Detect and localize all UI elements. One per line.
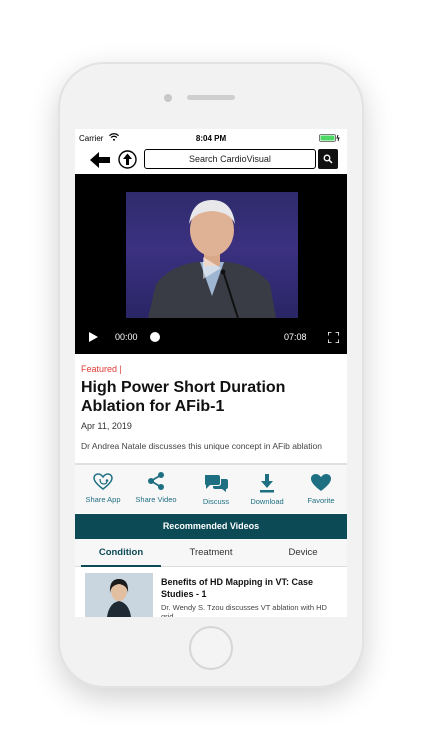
video-summary: Dr Andrea Natale discusses this unique c… (81, 441, 322, 451)
video-controls: 00:00 07:08 (75, 326, 347, 348)
heart-icon (311, 474, 331, 491)
status-time: 8:04 PM (195, 134, 227, 143)
nav-bar: Search CardioVisual (75, 147, 347, 173)
download-icon (260, 474, 274, 493)
battery-icon (319, 134, 340, 142)
download-label: Download (250, 497, 284, 506)
discuss-button[interactable]: Discuss (190, 473, 242, 506)
video-thumbnail[interactable] (85, 573, 153, 617)
discuss-label: Discuss (202, 497, 230, 506)
category-label[interactable]: Featured | (81, 364, 122, 374)
share-video-label: Share Video (135, 495, 177, 504)
favorite-button[interactable]: Favorite (295, 473, 347, 505)
search-icon (323, 154, 333, 164)
thumbnail-image (85, 573, 153, 617)
video-title: High Power Short Duration Ablation for A… (81, 379, 286, 415)
tab-condition[interactable]: Condition (81, 539, 161, 567)
back-arrow-icon[interactable] (90, 151, 110, 169)
tab-device[interactable]: Device (263, 539, 343, 567)
video-duration: 07:08 (284, 332, 307, 342)
recommended-video-title[interactable]: Benefits of HD Mapping in VT: Case Studi… (161, 576, 337, 600)
video-elapsed-time: 00:00 (115, 332, 138, 342)
play-overlay-icon[interactable] (195, 253, 225, 283)
publish-date: Apr 11, 2019 (81, 421, 132, 431)
heart-stethoscope-icon (93, 473, 113, 490)
status-bar: Carrier 8:04 PM (75, 129, 347, 147)
home-button[interactable] (189, 626, 233, 670)
video-player[interactable]: 00:00 07:08 (75, 174, 347, 354)
favorite-label: Favorite (307, 496, 335, 505)
chat-bubbles-icon (205, 475, 228, 492)
share-icon (148, 472, 164, 490)
action-bar: Share App Share Video Discuss Download F… (75, 465, 347, 513)
share-app-button[interactable]: Share App (77, 473, 129, 504)
play-icon[interactable] (89, 332, 98, 342)
phone-camera (164, 94, 172, 102)
share-video-button[interactable]: Share Video (130, 471, 182, 504)
search-input[interactable]: Search CardioVisual (144, 149, 316, 169)
recommended-video-description: Dr. Wendy S. Tzou discusses VT ablation … (161, 603, 327, 617)
upload-circle-icon[interactable] (118, 150, 137, 169)
fullscreen-icon[interactable] (328, 332, 339, 343)
share-app-label: Share App (85, 495, 121, 504)
tab-treatment[interactable]: Treatment (171, 539, 251, 567)
app-screen: Carrier 8:04 PM Search CardioVisual 00:0… (75, 129, 347, 617)
search-button[interactable] (318, 149, 338, 169)
recommended-tabs: Condition Treatment Device (75, 539, 347, 567)
article-info: Featured | High Power Short Duration Abl… (75, 354, 347, 464)
download-button[interactable]: Download (241, 473, 293, 506)
video-scrubber[interactable] (150, 332, 160, 342)
phone-speaker (187, 95, 235, 100)
recommended-video-item[interactable]: Benefits of HD Mapping in VT: Case Studi… (75, 567, 347, 617)
recommended-videos-header: Recommended Videos (75, 514, 347, 539)
